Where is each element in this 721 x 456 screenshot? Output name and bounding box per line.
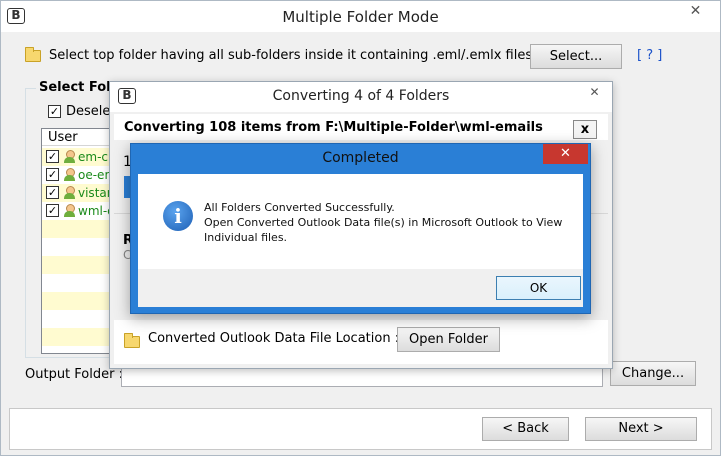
folder-checkbox[interactable]: ✓ xyxy=(46,186,59,199)
list-item[interactable]: ✓ em-cli xyxy=(42,148,115,166)
open-folder-button[interactable]: Open Folder xyxy=(397,327,500,352)
output-folder-field[interactable] xyxy=(121,367,603,387)
select-folder-prompt: Select top folder having all sub-folders… xyxy=(49,48,533,63)
back-button[interactable]: < Back xyxy=(482,417,569,441)
list-row-empty xyxy=(42,274,115,292)
list-header-user: User xyxy=(48,130,78,145)
completed-message-line3: Individual files. xyxy=(204,231,288,244)
converting-titlebar: B Converting 4 of 4 Folders ✕ xyxy=(110,82,612,112)
list-header: User xyxy=(42,129,115,146)
list-row-empty xyxy=(42,310,115,328)
completed-dialog: Completed ✕ i All Folders Converted Succ… xyxy=(130,143,591,314)
next-button[interactable]: Next > xyxy=(585,417,697,441)
main-titlebar: B Multiple Folder Mode ✕ xyxy=(1,1,720,32)
location-label: Converted Outlook Data File Location : xyxy=(148,331,400,346)
completed-footer: OK xyxy=(138,269,583,307)
completed-title: Completed xyxy=(322,150,399,166)
folder-checkbox[interactable]: ✓ xyxy=(46,204,59,217)
list-item[interactable]: ✓ vistan xyxy=(42,184,115,202)
completed-body: i All Folders Converted Successfully. Op… xyxy=(138,174,583,307)
list-item[interactable]: ✓ wml-e xyxy=(42,202,115,220)
change-button[interactable]: Change... xyxy=(610,361,696,386)
converting-status: Converting 108 items from F:\Multiple-Fo… xyxy=(124,120,543,135)
output-folder-label: Output Folder : xyxy=(25,367,123,382)
converting-close-icon[interactable]: ✕ xyxy=(572,82,617,102)
folder-checkbox[interactable]: ✓ xyxy=(46,168,59,181)
folder-icon xyxy=(25,47,41,62)
ok-button[interactable]: OK xyxy=(496,276,581,300)
user-icon xyxy=(63,150,76,164)
list-row-empty xyxy=(42,220,115,238)
deselect-all-checkbox[interactable]: ✓ xyxy=(48,105,61,118)
user-icon xyxy=(63,186,76,200)
folder-icon xyxy=(124,333,140,348)
main-window-title: Multiple Folder Mode xyxy=(282,8,439,26)
info-icon: i xyxy=(163,201,193,231)
list-item[interactable]: ✓ oe-em xyxy=(42,166,116,184)
user-icon xyxy=(63,168,76,182)
folder-checkbox[interactable]: ✓ xyxy=(46,150,59,163)
completed-message-line1: All Folders Converted Successfully. xyxy=(204,201,395,214)
list-row-empty xyxy=(42,328,115,346)
list-row-empty xyxy=(42,238,115,256)
converting-header: Converting 108 items from F:\Multiple-Fo… xyxy=(114,114,608,140)
completed-message-line2: Open Converted Outlook Data file(s) in M… xyxy=(204,216,563,229)
converting-title: Converting 4 of 4 Folders xyxy=(272,88,450,104)
main-close-icon[interactable]: ✕ xyxy=(673,1,718,21)
select-button[interactable]: Select... xyxy=(530,44,622,69)
completed-close-icon[interactable]: ✕ xyxy=(543,144,588,164)
folder-list[interactable]: User ✓ em-cli ✓ oe-em ✓ vistan ✓ wml-e xyxy=(41,128,116,354)
converting-cancel-button[interactable]: x xyxy=(573,120,597,139)
help-link[interactable]: [ ? ] xyxy=(637,48,662,63)
list-row-empty xyxy=(42,256,115,274)
list-row-empty xyxy=(42,292,115,310)
user-icon xyxy=(63,204,76,218)
